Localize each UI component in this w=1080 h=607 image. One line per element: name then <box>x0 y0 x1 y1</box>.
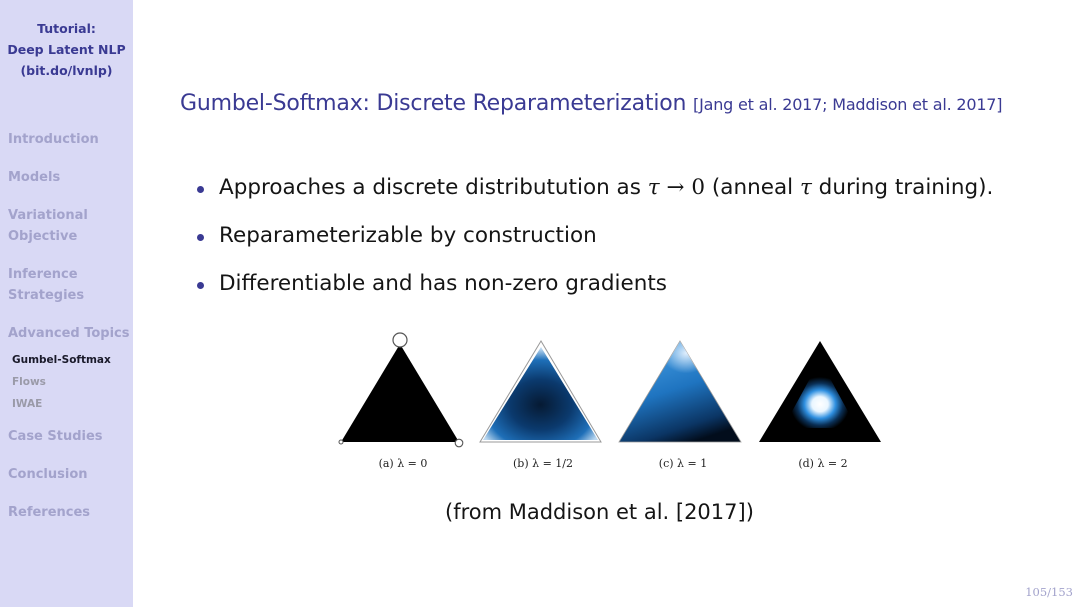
bullet-text-part: (anneal <box>705 175 800 200</box>
figure-caption: (c) λ = 1 <box>658 457 708 470</box>
sidebar-item-label: Models <box>8 170 61 185</box>
math-arrow-zero: → 0 <box>659 175 706 200</box>
sidebar-item-inference-strategies[interactable]: Inference Strategies <box>8 264 84 306</box>
sidebar-item-label: Conclusion <box>8 467 88 482</box>
math-tau: τ <box>799 175 812 200</box>
figure-panel-a: (a) λ = 0 <box>333 330 473 480</box>
sidebar-subitem-gumbel-softmax[interactable]: Gumbel-Softmax <box>12 353 111 367</box>
sidebar-subitem-flows[interactable]: Flows <box>12 375 46 389</box>
sidebar-item-variational-objective[interactable]: Variational Objective <box>8 205 88 247</box>
sidebar-title-line: Deep Latent NLP <box>7 42 126 57</box>
slide-title: Gumbel-Softmax: Discrete Reparameterizat… <box>180 91 1003 116</box>
figure-panel-b: (b) λ = 1/2 <box>473 330 613 480</box>
simplex-triangle-black-bright <box>759 341 881 442</box>
figure-source: (from Maddison et al. [2017]) <box>445 500 754 524</box>
slide-title-text: Gumbel-Softmax: Discrete Reparameterizat… <box>180 91 687 116</box>
figure-caption: (a) λ = 0 <box>378 457 428 470</box>
sidebar-title-line: Tutorial: <box>37 21 96 36</box>
figure-caption: (b) λ = 1/2 <box>512 457 573 470</box>
simplex-triangle-blue-dark <box>479 340 602 443</box>
bullet-dot-icon <box>197 186 204 193</box>
bullet-text: Reparameterizable by construction <box>219 223 597 248</box>
sidebar-item-label: Case Studies <box>8 429 103 444</box>
sidebar-item-label: Inference <box>8 267 78 282</box>
sidebar-item-advanced-topics[interactable]: Advanced Topics <box>8 323 130 344</box>
sidebar-item-introduction[interactable]: Introduction <box>8 129 99 150</box>
sidebar-item-label: References <box>8 505 91 520</box>
figure-caption: (d) λ = 2 <box>798 457 848 470</box>
slide-content: Gumbel-Softmax: Discrete Reparameterizat… <box>133 0 1080 607</box>
sidebar: Tutorial: Deep Latent NLP (bit.do/lvnlp)… <box>0 0 133 607</box>
sidebar-item-models[interactable]: Models <box>8 167 60 188</box>
page-number: 105/153 <box>1025 585 1073 599</box>
bullet-dot-icon <box>197 234 204 241</box>
slide-title-citation: [Jang et al. 2017; Maddison et al. 2017] <box>693 95 1003 114</box>
sidebar-item-case-studies[interactable]: Case Studies <box>8 426 103 447</box>
figure-panel-c: (c) λ = 1 <box>613 330 753 480</box>
sidebar-item-conclusion[interactable]: Conclusion <box>8 464 88 485</box>
bullet-text-part: during training). <box>811 175 994 200</box>
bullet-text: Differentiable and has non-zero gradient… <box>219 271 667 296</box>
sidebar-item-references[interactable]: References <box>8 502 90 523</box>
sidebar-item-label: Objective <box>8 229 78 244</box>
sidebar-item-label: Variational <box>8 208 88 223</box>
bullet-text: Approaches a discrete distributution as … <box>219 170 993 206</box>
sidebar-title-line: (bit.do/lvnlp) <box>20 63 113 78</box>
simplex-triangle-blue-bright <box>618 340 742 443</box>
bullet-text-part: Approaches a discrete distributution as <box>219 175 648 200</box>
sidebar-item-label: Strategies <box>8 288 85 303</box>
sidebar-title[interactable]: Tutorial: Deep Latent NLP (bit.do/lvnlp) <box>0 18 133 81</box>
simplex-figure: (a) λ = 0 (b) λ = 1/2 (c) λ = 1 (d) λ = … <box>333 330 893 480</box>
sidebar-item-label: Advanced Topics <box>8 326 130 341</box>
math-tau: τ <box>647 175 660 200</box>
sidebar-subitem-iwae[interactable]: IWAE <box>12 397 42 411</box>
bullet-dot-icon <box>197 282 204 289</box>
simplex-triangle-black <box>338 332 464 448</box>
sidebar-item-label: Introduction <box>8 132 99 147</box>
figure-panel-d: (d) λ = 2 <box>753 330 893 480</box>
